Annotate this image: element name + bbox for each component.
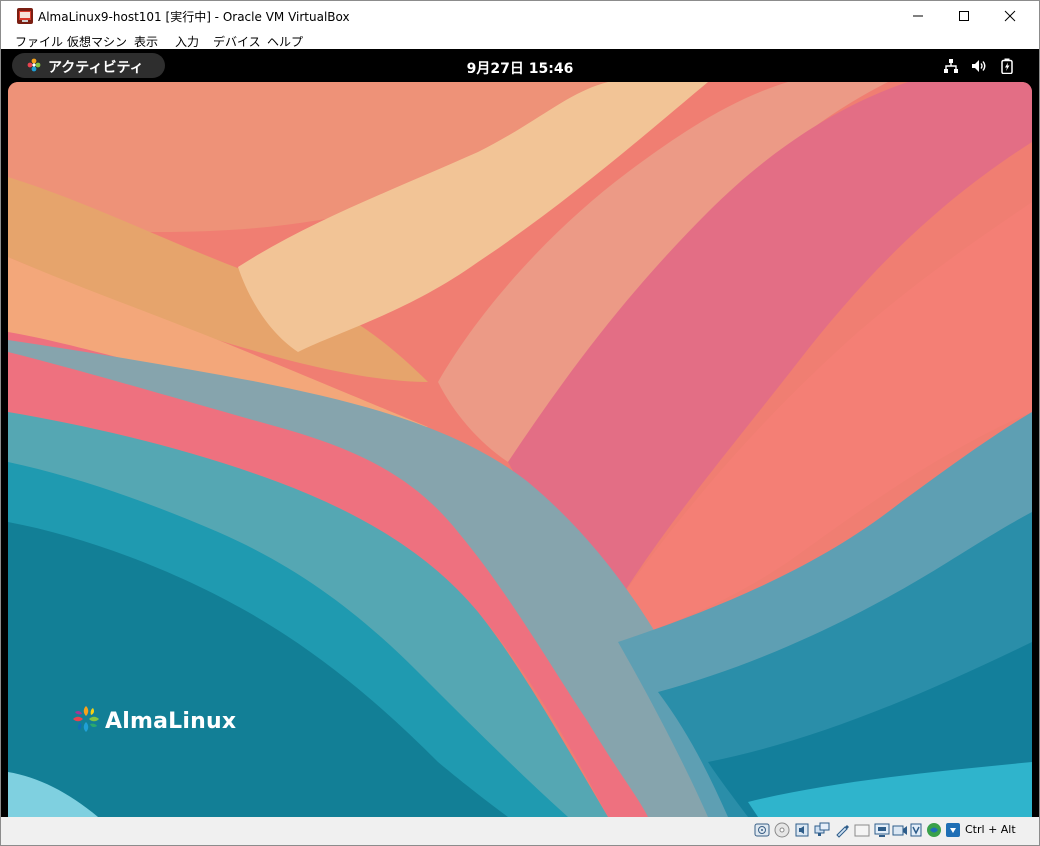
almalinux-logo-icon bbox=[73, 706, 99, 732]
menu-view[interactable]: 表示 bbox=[134, 33, 158, 50]
recording-icon[interactable] bbox=[892, 822, 908, 838]
desktop-wallpaper[interactable]: AlmaLinux bbox=[8, 82, 1032, 817]
vm-status-bar: Ctrl + Alt bbox=[1, 817, 1039, 845]
virtualbox-app-icon[interactable] bbox=[17, 8, 33, 24]
minimize-button[interactable] bbox=[895, 1, 941, 31]
almalinux-logo-text: AlmaLinux bbox=[105, 709, 237, 734]
maximize-icon bbox=[959, 11, 969, 21]
maximize-button[interactable] bbox=[941, 1, 987, 31]
menu-file[interactable]: ファイル bbox=[15, 33, 63, 50]
menu-devices[interactable]: デバイス bbox=[213, 33, 261, 50]
network-icon[interactable] bbox=[943, 58, 959, 74]
keyboard-capture-icon[interactable] bbox=[945, 822, 961, 838]
battery-icon[interactable] bbox=[999, 58, 1015, 74]
clock[interactable]: 9月27日 15:46 bbox=[1, 58, 1039, 78]
window-title: AlmaLinux9-host101 [実行中] - Oracle VM Vir… bbox=[38, 10, 350, 24]
network-adapter-icon[interactable] bbox=[814, 822, 830, 838]
almalinux-logo: AlmaLinux bbox=[70, 703, 240, 743]
shared-folder-icon[interactable] bbox=[854, 822, 870, 838]
cpu-icon[interactable] bbox=[908, 822, 924, 838]
virtualbox-window: AlmaLinux9-host101 [実行中] - Oracle VM Vir… bbox=[0, 0, 1040, 846]
title-bar[interactable]: AlmaLinux9-host101 [実行中] - Oracle VM Vir… bbox=[1, 1, 1039, 31]
optical-drive-icon[interactable] bbox=[774, 822, 790, 838]
menu-help[interactable]: ヘルプ bbox=[267, 33, 303, 50]
hard-disk-icon[interactable] bbox=[754, 822, 770, 838]
usb-icon[interactable] bbox=[834, 822, 850, 838]
guest-screen[interactable]: アクティビティ 9月27日 15:46 AlmaLinux bbox=[1, 49, 1039, 817]
close-button[interactable] bbox=[987, 1, 1033, 31]
display-icon[interactable] bbox=[874, 822, 890, 838]
close-icon bbox=[1004, 10, 1016, 22]
volume-icon[interactable] bbox=[971, 58, 987, 74]
menu-bar: ファイル 仮想マシン 表示 入力 デバイス ヘルプ bbox=[1, 31, 1039, 49]
minimize-icon bbox=[913, 15, 923, 17]
mouse-integration-icon[interactable] bbox=[926, 822, 942, 838]
audio-icon[interactable] bbox=[794, 822, 810, 838]
menu-machine[interactable]: 仮想マシン bbox=[67, 33, 127, 50]
host-key-label: Ctrl + Alt bbox=[965, 823, 1016, 836]
gnome-top-bar: アクティビティ 9月27日 15:46 bbox=[1, 49, 1039, 82]
menu-input[interactable]: 入力 bbox=[175, 33, 199, 50]
